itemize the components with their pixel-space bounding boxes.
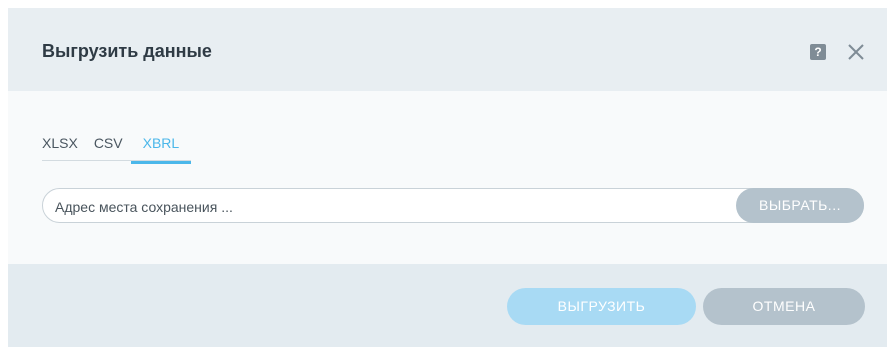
export-dialog: Выгрузить данные ? XLSX CSV XBRL ВЫБРАТЬ… — [8, 8, 887, 347]
dialog-title: Выгрузить данные — [42, 41, 212, 61]
save-path-input[interactable] — [53, 189, 737, 224]
tab-xbrl[interactable]: XBRL — [130, 132, 192, 164]
cancel-button[interactable]: ОТМЕНА — [703, 288, 865, 325]
save-path-field: ВЫБРАТЬ... — [42, 188, 864, 224]
top-margin — [0, 0, 887, 8]
dialog-footer: ВЫГРУЗИТЬ ОТМЕНА — [8, 264, 887, 347]
choose-button[interactable]: ВЫБРАТЬ... — [736, 188, 864, 223]
question-mark-icon[interactable]: ? — [810, 44, 826, 60]
tab-xlsx[interactable]: XLSX — [42, 132, 86, 160]
export-button[interactable]: ВЫГРУЗИТЬ — [507, 288, 696, 325]
close-icon[interactable] — [845, 41, 867, 63]
format-tabs: XLSX CSV XBRL — [42, 132, 192, 164]
tab-csv[interactable]: CSV — [86, 132, 131, 160]
dialog-body: XLSX CSV XBRL ВЫБРАТЬ... — [8, 91, 887, 264]
dialog-header: Выгрузить данные ? — [8, 8, 887, 91]
